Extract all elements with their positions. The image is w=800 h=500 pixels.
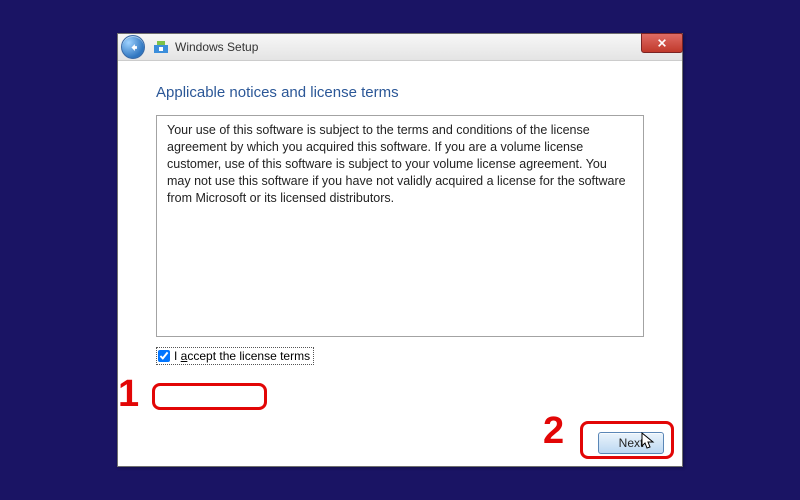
window-title: Windows Setup	[175, 40, 258, 54]
close-button[interactable]	[641, 33, 683, 53]
next-button-label: Next	[619, 436, 644, 450]
accept-terms-checkbox[interactable]	[158, 350, 170, 362]
license-terms-box[interactable]: Your use of this software is subject to …	[156, 115, 644, 337]
license-terms-text: Your use of this software is subject to …	[167, 123, 626, 205]
page-heading: Applicable notices and license terms	[156, 84, 644, 101]
client-area: Applicable notices and license terms You…	[118, 60, 682, 466]
mouse-cursor-icon	[641, 432, 655, 450]
close-icon	[657, 38, 667, 48]
titlebar: Windows Setup	[118, 34, 682, 61]
setup-window: Windows Setup Applicable notices and lic…	[117, 33, 683, 467]
annotation-number-1: 1	[118, 373, 139, 416]
back-button[interactable]	[121, 35, 145, 59]
accept-terms-label[interactable]: I accept the license terms	[174, 349, 310, 363]
arrow-left-icon	[128, 42, 139, 53]
annotation-number-2: 2	[543, 410, 564, 453]
setup-icon	[153, 39, 169, 55]
accept-terms-row[interactable]: I accept the license terms	[156, 347, 314, 365]
